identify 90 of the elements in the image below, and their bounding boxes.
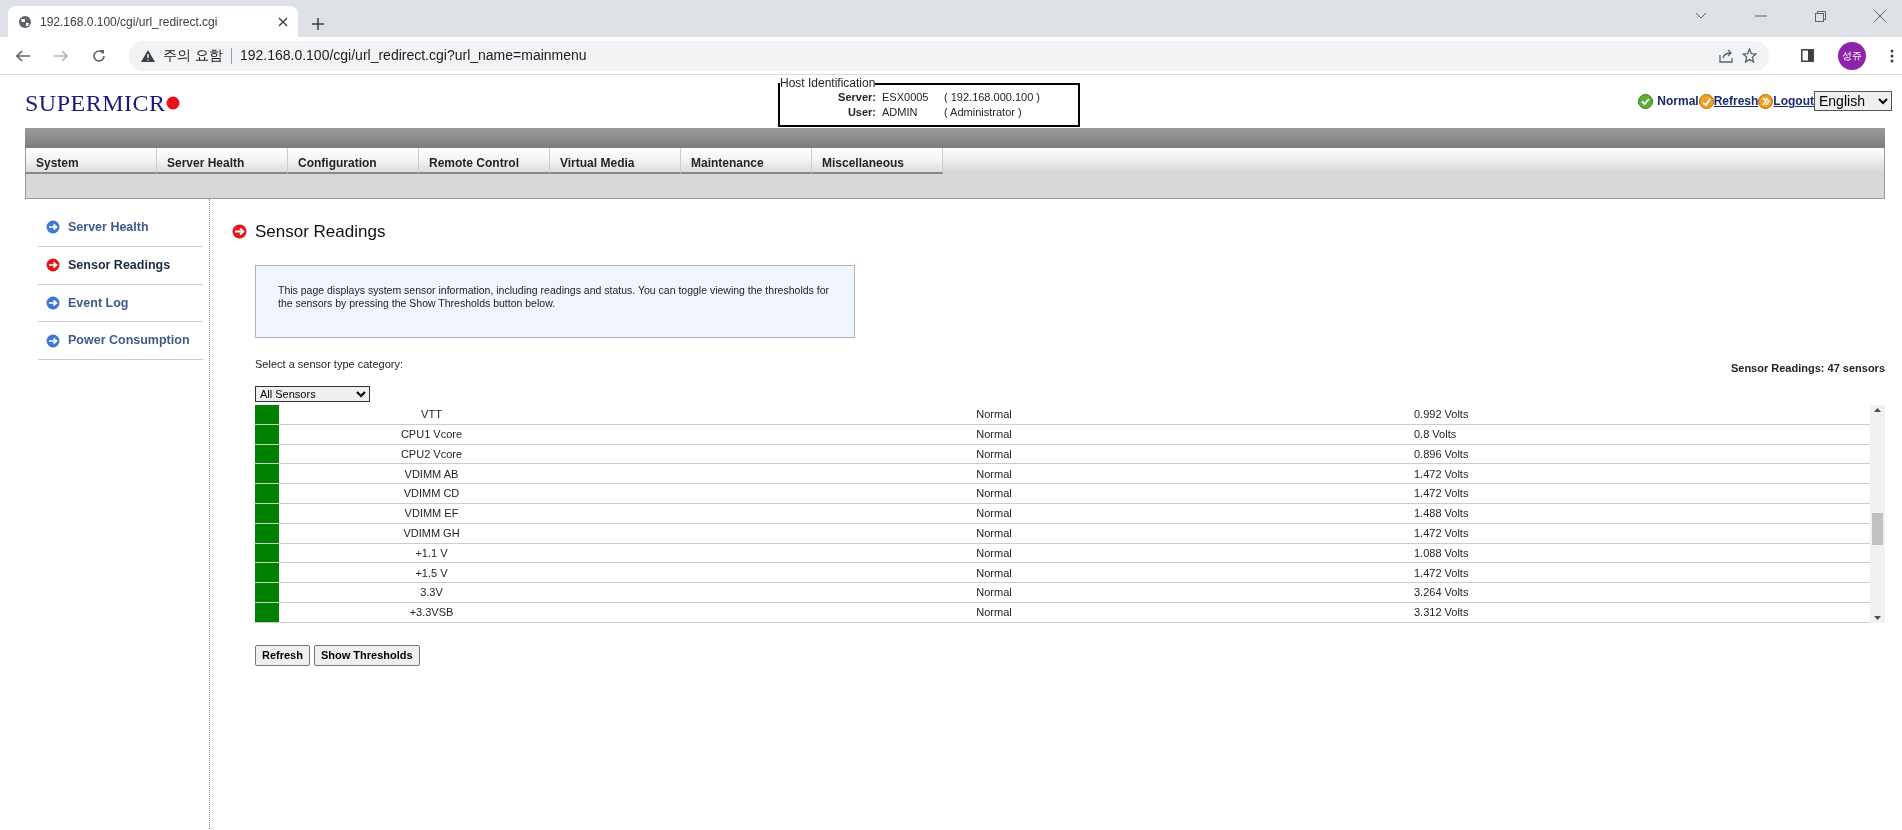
sensor-reading: 1.472 Volts <box>1413 565 1470 581</box>
host-label: Server: <box>837 90 876 105</box>
reload-icon[interactable] <box>92 49 105 62</box>
check-circle-icon <box>1638 93 1654 109</box>
arrow-circle-icon <box>46 220 60 235</box>
sensor-name: 3.3V <box>419 585 444 601</box>
logo-dot-icon <box>165 96 180 110</box>
sensor-name: VDIMM EF <box>403 506 460 522</box>
menu-tab[interactable]: Virtual Media <box>550 148 681 174</box>
host-label: User: <box>846 105 876 120</box>
sensor-name: CPU1 Vcore <box>399 426 464 442</box>
more-menu-icon[interactable] <box>1890 48 1894 63</box>
sensor-status: Normal <box>975 426 1013 442</box>
restore-icon[interactable] <box>1815 10 1826 22</box>
sensor-name: +1.5 V <box>414 565 449 581</box>
sensor-status: Normal <box>975 605 1013 621</box>
host-detail: ( 192.168.000.100 ) <box>944 90 1042 105</box>
sensor-status: Normal <box>975 506 1013 522</box>
sensor-status: Normal <box>975 407 1013 423</box>
host-value: ESX0005 <box>882 90 930 105</box>
sidebar-item[interactable]: Event Log <box>38 284 203 323</box>
sensor-status: Normal <box>975 545 1013 561</box>
sensor-reading: 0.896 Volts <box>1413 446 1470 462</box>
language-select[interactable]: English <box>1814 91 1892 111</box>
sensor-status: Normal <box>975 486 1013 502</box>
plus-icon[interactable] <box>312 18 324 30</box>
close-icon[interactable] <box>278 16 288 27</box>
sensor-name: VDIMM CD <box>402 486 461 502</box>
sensor-status: Normal <box>975 565 1013 581</box>
sensor-reading: 3.264 Volts <box>1413 585 1470 601</box>
scrollbar-drawing[interactable] <box>1870 405 1885 623</box>
sidebar-item[interactable]: Sensor Readings <box>38 246 203 285</box>
address-bar[interactable]: 주의 요함 192.168.0.100/cgi/url_redirect.cgi?url_name=mainmenu <box>129 40 1769 71</box>
sensor-reading: 1.472 Volts <box>1413 525 1470 541</box>
sensor-reading: 3.312 Volts <box>1413 605 1470 621</box>
sensor-reading: 0.992 Volts <box>1413 407 1470 423</box>
sensor-reading: 1.472 Volts <box>1413 466 1470 482</box>
menu-tab[interactable]: Remote Control <box>419 148 550 174</box>
sensor-reading: 1.088 Volts <box>1413 545 1470 561</box>
host-identification-legend: Host Identification <box>780 76 876 90</box>
arrow-circle-icon <box>46 295 60 310</box>
sensor-name: VDIMM GH <box>402 525 461 541</box>
sensor-reading: 1.488 Volts <box>1413 506 1470 522</box>
browser-tab[interactable]: 192.168.0.100/cgi/url_redirect.cgi <box>8 6 298 37</box>
side-panel-icon[interactable] <box>1801 49 1814 62</box>
page-title: Sensor Readings <box>255 221 386 243</box>
profile-avatar[interactable]: 성쥬 <box>1838 41 1866 70</box>
security-warning: 주의 요함 <box>163 46 223 65</box>
close-icon[interactable] <box>1874 10 1886 22</box>
back-arrow-icon[interactable] <box>16 49 30 62</box>
arrow-circle-icon <box>46 333 60 348</box>
host-value: ADMIN <box>882 105 919 120</box>
show-thresholds-button[interactable]: Show Thresholds <box>313 645 420 666</box>
menu-tab[interactable]: Server Health <box>157 148 288 174</box>
globe-icon <box>18 14 32 29</box>
sensor-reading: 1.472 Volts <box>1413 486 1470 502</box>
url-text: 192.168.0.100/cgi/url_redirect.cgi?url_name=mainmenu <box>239 46 588 65</box>
refresh-link[interactable]: Refresh <box>1713 92 1759 110</box>
sidebar-item[interactable]: Server Health <box>38 209 203 247</box>
chevron-down-icon[interactable] <box>1695 12 1707 20</box>
menu-tab[interactable]: Configuration <box>288 148 419 174</box>
star-icon[interactable] <box>1742 48 1757 63</box>
sensor-reading: 0.8 Volts <box>1413 426 1458 442</box>
logout-circle-icon[interactable] <box>1758 93 1774 109</box>
sensor-status: Normal <box>975 525 1013 541</box>
sensor-count: Sensor Readings: 47 sensors <box>1730 360 1885 376</box>
menu-tab[interactable]: Miscellaneous <box>812 148 943 174</box>
system-status: Normal <box>1657 93 1699 110</box>
sensor-name: +3.3VSB <box>408 605 455 621</box>
sensor-status: Normal <box>975 446 1013 462</box>
menu-tab[interactable]: Maintenance <box>681 148 812 174</box>
warning-icon <box>141 49 155 62</box>
sensor-name: +1.1 V <box>414 545 449 561</box>
sensor-name: VDIMM AB <box>403 466 460 482</box>
arrow-circle-icon <box>232 224 247 240</box>
logout-link[interactable]: Logout <box>1773 92 1814 110</box>
info-text: This page displays system sensor information, including readings and status. You can toggle viewing the thresholds for the sensors by pressing the Show Thresholds button below. <box>278 283 830 310</box>
sensor-name: VTT <box>420 407 443 423</box>
refresh-button[interactable]: Refresh <box>255 645 310 666</box>
sidebar-item[interactable]: Power Consumption <box>38 322 203 360</box>
sensor-status: Normal <box>975 585 1013 601</box>
share-icon[interactable] <box>1719 48 1734 63</box>
arrow-circle-icon <box>46 258 60 273</box>
menu-tab[interactable]: System <box>26 148 157 174</box>
category-select[interactable]: All Sensors <box>255 386 370 402</box>
sensor-name: CPU2 Vcore <box>399 446 464 462</box>
logo-text: SUPERMICR <box>25 91 166 115</box>
host-detail: ( Administrator ) <box>944 105 1023 120</box>
sensor-status: Normal <box>975 466 1013 482</box>
category-label: Select a sensor type category: <box>255 356 403 372</box>
